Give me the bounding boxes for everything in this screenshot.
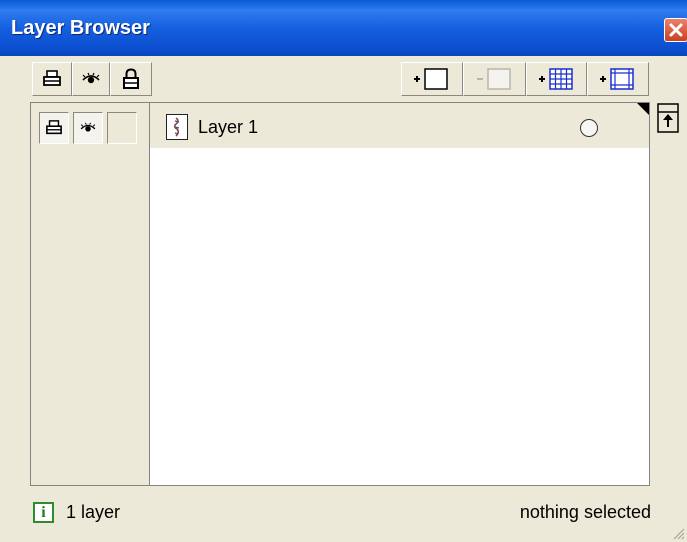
- close-button[interactable]: [664, 18, 687, 42]
- layer-list: Layer 1: [150, 102, 650, 486]
- add-guide-layer-button[interactable]: [587, 62, 649, 96]
- eye-icon: [80, 122, 96, 132]
- add-guide-layer-icon: [600, 68, 634, 90]
- layer-thumbnail-icon: [173, 117, 180, 137]
- layer-selection-radio[interactable]: [580, 119, 598, 137]
- layer-browser-window: Layer Browser Layer 1 i 1 layer nothing …: [0, 0, 687, 542]
- add-layer-icon: [414, 68, 448, 90]
- layer-properties-panel: [30, 102, 150, 486]
- add-grid-layer-icon: [538, 68, 573, 90]
- visibility-toggle-button[interactable]: [72, 62, 110, 96]
- add-layer-button[interactable]: [401, 62, 463, 96]
- printer-icon: [43, 70, 61, 86]
- layer-name: Layer 1: [198, 117, 259, 137]
- window-title: Layer Browser: [11, 17, 150, 39]
- layer-row[interactable]: Layer 1: [150, 103, 649, 148]
- selection-status: nothing selected: [519, 502, 651, 522]
- layer-print-toggle[interactable]: [39, 112, 69, 144]
- remove-layer-icon: [476, 68, 511, 90]
- printer-icon: [46, 120, 62, 135]
- lock-toggle-button[interactable]: [110, 62, 152, 96]
- lock-icon: [123, 68, 139, 89]
- title-bar[interactable]: Layer Browser: [0, 0, 687, 56]
- layer-visibility-toggle[interactable]: [73, 112, 103, 144]
- add-grid-layer-button[interactable]: [526, 62, 587, 96]
- dock-button[interactable]: [657, 103, 679, 133]
- layer-lock-toggle[interactable]: [107, 112, 137, 144]
- remove-layer-button[interactable]: [463, 62, 526, 96]
- print-toggle-button[interactable]: [32, 62, 72, 96]
- layer-menu-corner-icon[interactable]: [637, 103, 649, 115]
- resize-grip-icon[interactable]: [671, 526, 685, 540]
- info-icon: i: [33, 502, 54, 523]
- dock-icon: [657, 103, 679, 133]
- layer-thumbnail: [166, 114, 188, 140]
- close-icon: [669, 23, 683, 37]
- eye-icon: [82, 72, 100, 84]
- layer-count: 1 layer: [66, 502, 121, 522]
